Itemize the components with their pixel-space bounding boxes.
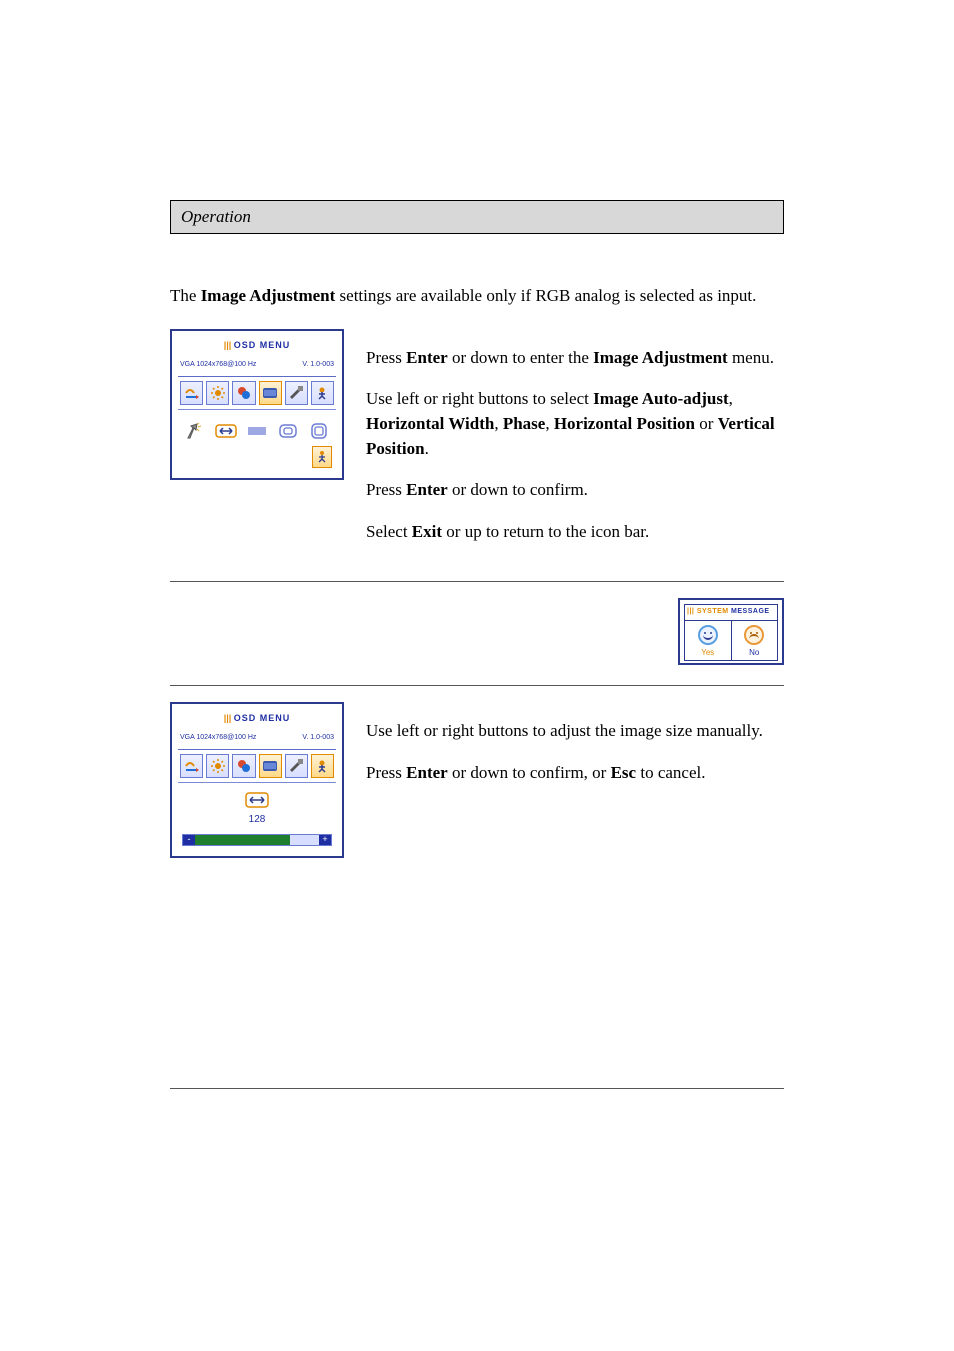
hpos-icon[interactable] bbox=[276, 420, 299, 442]
auto-adjust-icon[interactable] bbox=[184, 420, 207, 442]
slider-fill bbox=[183, 835, 290, 845]
osd-slider-area: 128 - + bbox=[178, 783, 336, 850]
divider bbox=[170, 685, 784, 686]
slider-track[interactable]: - + bbox=[182, 834, 332, 846]
hwidth-icon bbox=[245, 791, 269, 809]
phase-icon[interactable] bbox=[246, 420, 269, 442]
slider-plus[interactable]: + bbox=[319, 835, 331, 845]
input-icon[interactable] bbox=[180, 381, 203, 405]
osd-window: ||| OSD MENU VGA 1024x768@100 Hz V. 1.0-… bbox=[170, 329, 344, 480]
section-header: Operation bbox=[170, 200, 784, 234]
osd-version: V. 1.0-003 bbox=[302, 360, 334, 370]
hwidth-icon[interactable] bbox=[215, 420, 238, 442]
osd-title: ||| OSD MENU bbox=[178, 712, 336, 725]
osd-status-row: VGA 1024x768@100 Hz V. 1.0-003 bbox=[178, 733, 336, 750]
exit-list-icon[interactable] bbox=[311, 381, 334, 405]
image-adjust-icon[interactable] bbox=[259, 381, 282, 405]
osd-title: ||| OSD MENU bbox=[178, 339, 336, 352]
slider-minus[interactable]: - bbox=[183, 835, 195, 845]
osd-figure-options: ||| OSD MENU VGA 1024x768@100 Hz V. 1.0-… bbox=[170, 329, 344, 480]
osd-window-slider: ||| OSD MENU VGA 1024x768@100 Hz V. 1.0-… bbox=[170, 702, 344, 858]
exit-list-icon[interactable] bbox=[311, 754, 334, 778]
block1-text: Press Enter or down to enter the Image A… bbox=[366, 329, 784, 562]
b2-p1: Use left or right buttons to adjust the … bbox=[366, 719, 784, 744]
osd-source: VGA 1024x768@100 Hz bbox=[180, 733, 256, 743]
footer-divider bbox=[170, 1088, 784, 1089]
osd-version: V. 1.0-003 bbox=[302, 733, 334, 743]
divider bbox=[170, 581, 784, 582]
intro-paragraph: The Image Adjustment settings are availa… bbox=[170, 284, 784, 309]
osd-icon-bar bbox=[178, 750, 336, 783]
brightness-icon[interactable] bbox=[206, 381, 229, 405]
image-adjust-icon[interactable] bbox=[259, 754, 282, 778]
osd-option-row bbox=[178, 410, 336, 446]
input-icon[interactable] bbox=[180, 754, 203, 778]
block2-text: Use left or right buttons to adjust the … bbox=[366, 702, 784, 802]
b1-p1: Press Enter or down to enter the Image A… bbox=[366, 346, 784, 371]
osd-exit-icon[interactable] bbox=[312, 446, 332, 468]
sysmsg-no[interactable]: No bbox=[731, 621, 778, 661]
osd-figure-slider: ||| OSD MENU VGA 1024x768@100 Hz V. 1.0-… bbox=[170, 702, 344, 858]
osd-icon-bar bbox=[178, 377, 336, 410]
b2-p2: Press Enter or down to confirm, or Esc t… bbox=[366, 761, 784, 786]
color-icon[interactable] bbox=[232, 754, 255, 778]
brightness-icon[interactable] bbox=[206, 754, 229, 778]
osd-source: VGA 1024x768@100 Hz bbox=[180, 360, 256, 370]
tools-icon[interactable] bbox=[285, 754, 308, 778]
slider-value: 128 bbox=[249, 813, 266, 828]
section-title: Operation bbox=[181, 207, 251, 226]
color-icon[interactable] bbox=[232, 381, 255, 405]
system-message-box: ||| SYSTEM MESSAGE Yes No bbox=[678, 598, 784, 665]
frown-icon bbox=[744, 625, 764, 645]
system-message-title: ||| SYSTEM MESSAGE bbox=[684, 604, 778, 620]
sysmsg-yes[interactable]: Yes bbox=[685, 621, 731, 661]
b1-p2: Use left or right buttons to select Imag… bbox=[366, 387, 784, 461]
vpos-icon[interactable] bbox=[307, 420, 330, 442]
smile-icon bbox=[698, 625, 718, 645]
osd-status-row: VGA 1024x768@100 Hz V. 1.0-003 bbox=[178, 360, 336, 377]
tools-icon[interactable] bbox=[285, 381, 308, 405]
b1-p3: Press Enter or down to confirm. bbox=[366, 478, 784, 503]
b1-p4: Select Exit or up to return to the icon … bbox=[366, 520, 784, 545]
